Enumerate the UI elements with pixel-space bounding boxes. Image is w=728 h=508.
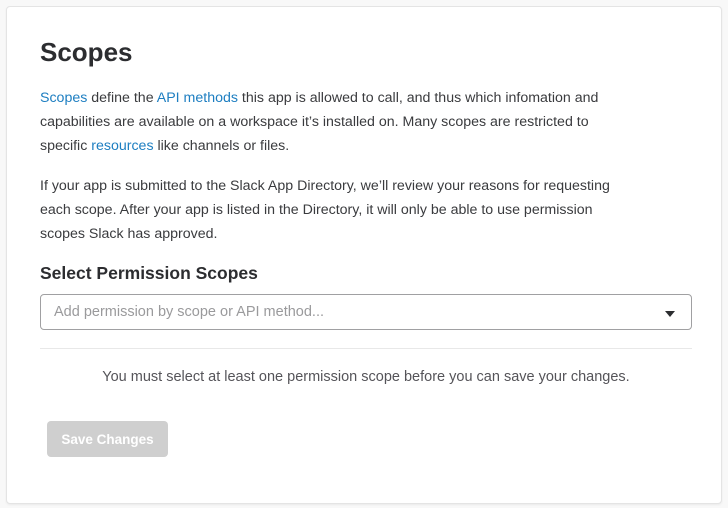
text: If your app is submitted to the Slack Ap…: [40, 178, 610, 194]
divider: [40, 348, 692, 349]
page-title: Scopes: [40, 37, 133, 67]
text: this app is allowed to call, and thus wh…: [237, 90, 599, 106]
select-scopes-heading: Select Permission Scopes: [40, 263, 258, 283]
text: specific: [40, 138, 92, 154]
text: scopes Slack has approved.: [40, 226, 218, 242]
select-placeholder: Add permission by scope or API method...: [54, 304, 324, 320]
api-methods-link[interactable]: API methods: [157, 90, 238, 106]
scopes-link[interactable]: Scopes: [40, 90, 87, 106]
chevron-down-icon[interactable]: [665, 311, 675, 317]
scopes-card: Scopes Scopes define the API methods thi…: [6, 6, 722, 504]
text: like channels or files.: [153, 138, 290, 154]
review-description: If your app is submitted to the Slack Ap…: [40, 174, 700, 246]
validation-notice: You must select at least one permission …: [102, 369, 630, 385]
permission-scope-select[interactable]: Add permission by scope or API method...: [40, 294, 692, 330]
text: capabilities are available on a workspac…: [40, 114, 589, 130]
resources-link[interactable]: resources: [91, 138, 153, 154]
text: define the: [87, 90, 157, 106]
scopes-description: Scopes define the API methods this app i…: [40, 86, 700, 158]
save-changes-button[interactable]: Save Changes: [47, 421, 168, 457]
text: each scope. After your app is listed in …: [40, 202, 593, 218]
